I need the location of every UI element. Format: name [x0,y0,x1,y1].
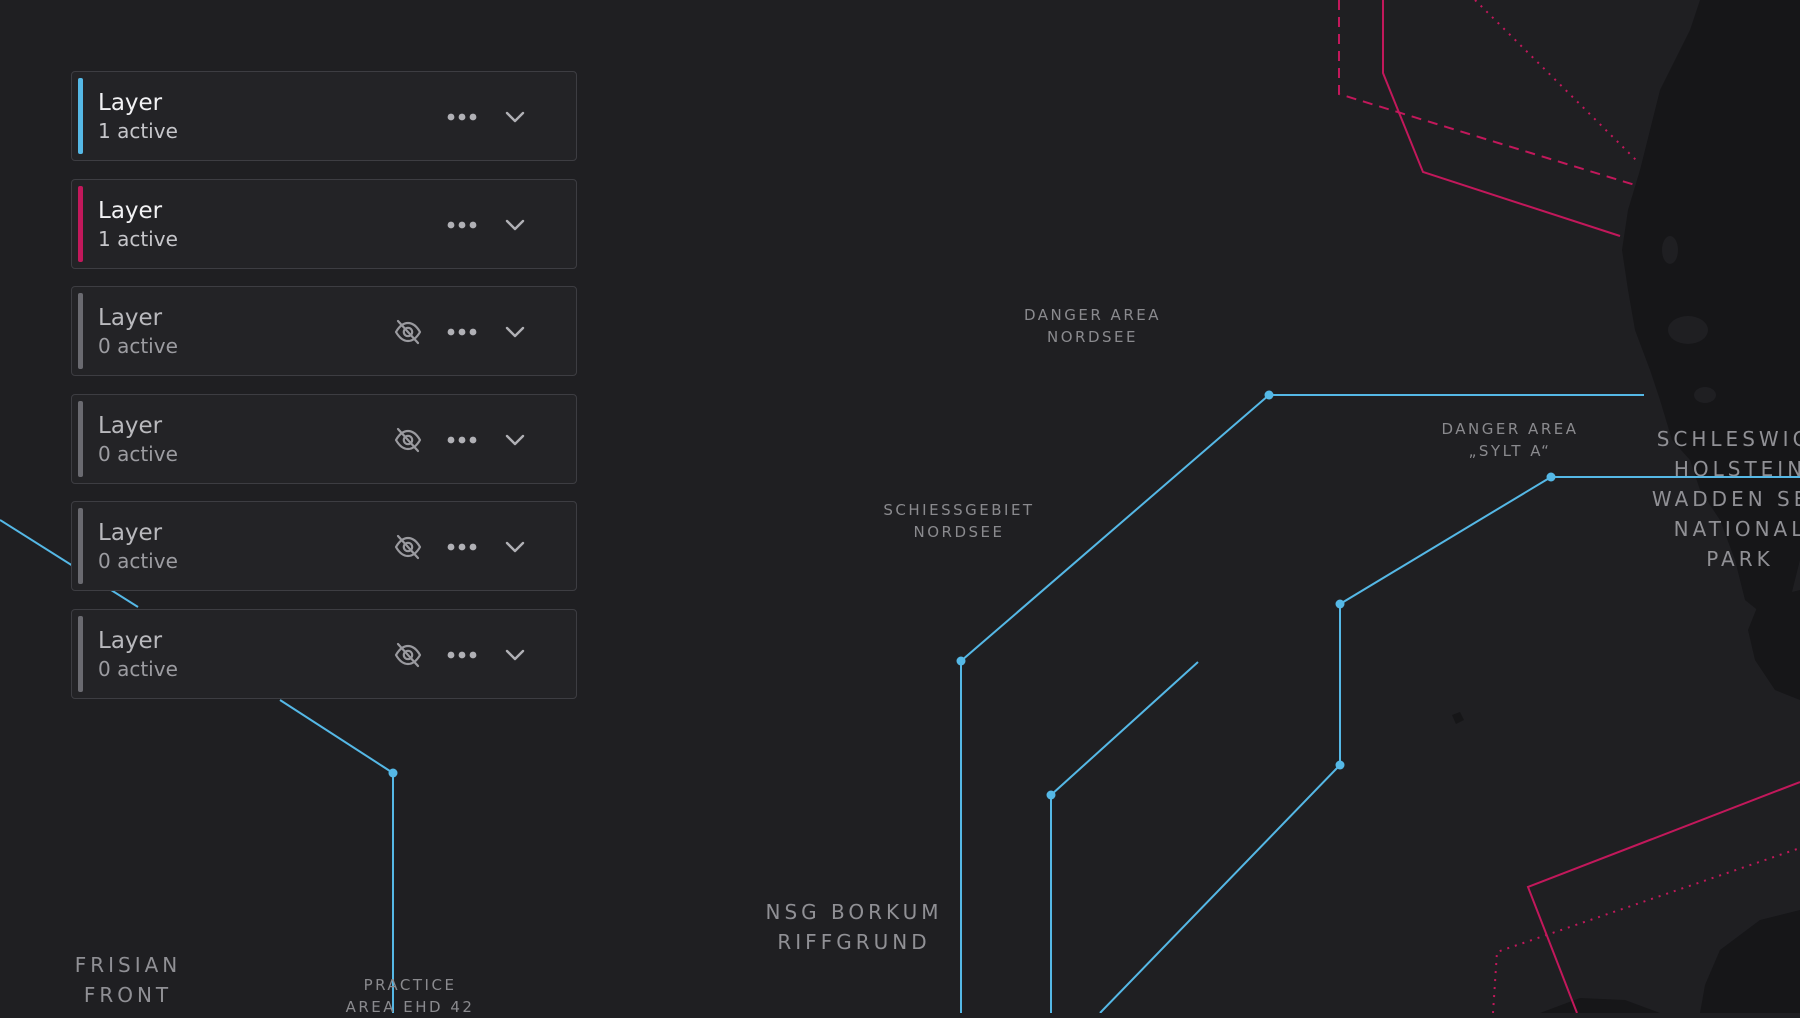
label-practice-area: PRACTICE AREA EHD 42 [345,976,475,1016]
expand-layer-button[interactable] [497,529,533,565]
layer-active-count: 0 active [98,334,178,358]
layer-text: Layer 0 active [98,518,178,575]
land-mass-south-tip [1540,998,1660,1013]
layer-color-bar [78,293,83,369]
chevron-down-icon [505,326,525,338]
layer-card-4[interactable]: Layer 0 active [71,393,577,484]
eye-off-icon [394,642,422,667]
vertex [1335,760,1345,770]
layer-options-button[interactable] [444,314,480,350]
expand-layer-button[interactable] [497,99,533,135]
land-mass-south [1700,910,1800,1013]
vertex [956,656,966,666]
expand-layer-button[interactable] [497,422,533,458]
layer-options-button[interactable] [444,207,480,243]
layer-text: Layer 1 active [98,196,178,253]
label-schleswig-holstein: SCHLESWIG- HOLSTEIN WADDEN SEA NATIONAL … [1651,427,1800,571]
toggle-visibility-button[interactable] [390,637,426,673]
toggle-visibility-button[interactable] [390,422,426,458]
layer-active-count: 1 active [98,119,178,143]
label-danger-area-sylt-a: DANGER AREA „SYLT A“ [1441,420,1579,460]
layer-color-bar [78,508,83,584]
layer-color-bar [78,400,83,477]
layer-color-bar [78,185,83,262]
toggle-visibility-button[interactable] [390,314,426,350]
eye-off-icon [394,427,422,452]
expand-layer-button[interactable] [497,637,533,673]
lake-3 [1662,236,1678,264]
expand-layer-button[interactable] [497,207,533,243]
layer-options-button[interactable] [444,422,480,458]
toggle-visibility-button[interactable] [390,529,426,565]
more-horizontal-icon [447,436,477,443]
layer-text: Layer 0 active [98,411,178,468]
land-mass-islet [1452,712,1464,724]
chevron-down-icon [505,649,525,660]
more-horizontal-icon [447,328,477,336]
layer-card-5[interactable]: Layer 0 active [71,501,577,591]
eye-off-icon [394,534,422,560]
more-horizontal-icon [447,651,477,658]
layer-active-count: 0 active [98,656,178,681]
more-horizontal-icon [447,543,477,551]
layer-options-button[interactable] [444,637,480,673]
layer-name: Layer [98,90,163,116]
eye-off-icon [394,319,422,345]
chevron-down-icon [505,219,525,230]
chevron-down-icon [505,434,525,445]
vertex [1335,599,1345,609]
layer-options-button[interactable] [444,99,480,135]
layer-color-bar [78,615,83,692]
expand-layer-button[interactable] [497,314,533,350]
vertex [388,768,398,778]
vertex [1046,790,1056,800]
layer-text: Layer 0 active [98,303,178,360]
layer-card-6[interactable]: Layer 0 active [71,608,577,699]
layer-active-count: 0 active [98,441,178,466]
layer-active-count: 1 active [98,226,178,251]
chevron-down-icon [505,111,525,123]
vertex [1546,472,1556,482]
layer-name: Layer [98,520,163,546]
blue-boundary-practice [279,699,394,1013]
layer-color-bar [78,78,83,154]
lake-1 [1668,316,1708,344]
more-horizontal-icon [447,113,477,121]
layer-name: Layer [98,197,163,224]
layer-name: Layer [98,627,163,654]
layer-panel: Layer 1 active Layer 1 active Layer 0 ac… [71,71,579,716]
label-danger-area-nordsee: DANGER AREA NORDSEE [1024,306,1161,346]
layer-name: Layer [98,412,163,439]
magenta-boundary-dotted-1 [1474,0,1637,161]
layer-text: Layer 0 active [98,626,178,683]
more-horizontal-icon [447,221,477,228]
label-schiessgebiet-nordsee: SCHIESSGEBIET NORDSEE [883,501,1035,541]
layer-active-count: 0 active [98,549,178,573]
blue-boundary-inner [1050,661,1199,1013]
chevron-down-icon [505,541,525,553]
layer-options-button[interactable] [444,529,480,565]
layer-card-1[interactable]: Layer 1 active [71,71,577,161]
layer-name: Layer [98,305,163,331]
layer-card-3[interactable]: Layer 0 active [71,286,577,376]
layer-card-2[interactable]: Layer 1 active [71,178,577,269]
layer-text: Layer 1 active [98,88,178,145]
label-frisian-front: FRISIAN FRONT [74,953,182,1007]
lake-2 [1694,387,1716,403]
label-nsg-borkum: NSG BORKUM RIFFGRUND [765,900,943,954]
vertex [1264,390,1274,400]
